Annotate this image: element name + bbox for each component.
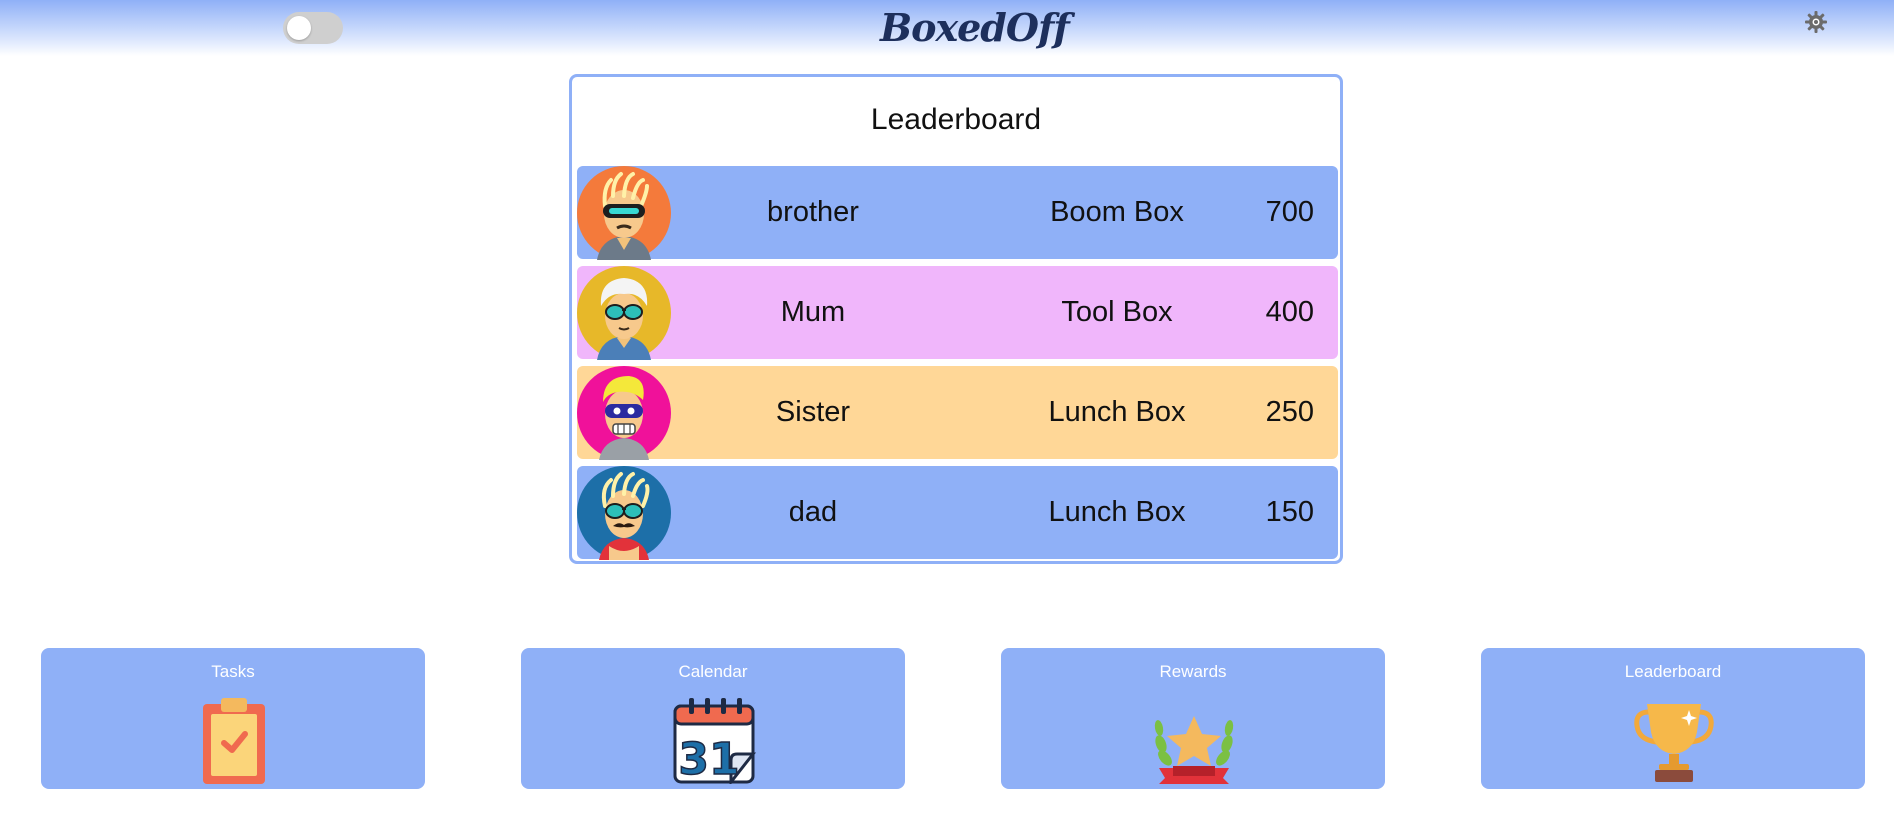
leaderboard-row: Sister Lunch Box 250: [577, 366, 1338, 460]
app-header: BoxedOff: [0, 0, 1894, 56]
player-box: Lunch Box: [1048, 396, 1186, 428]
star-laurel-icon: [1154, 716, 1234, 784]
nav-tile-label: Leaderboard: [1624, 662, 1722, 681]
player-box: Boom Box: [1050, 196, 1184, 228]
player-box: Tool Box: [1061, 296, 1173, 328]
player-points: 700: [1265, 196, 1314, 228]
leaderboard-title: Leaderboard: [870, 103, 1042, 136]
nav-tile-label: Tasks: [211, 662, 255, 681]
trophy-icon: [1634, 704, 1714, 782]
calendar-icon: 31: [673, 698, 757, 784]
leaderboard-row: Mum Tool Box 400: [577, 266, 1338, 360]
nav-tile-label: Rewards: [1159, 662, 1227, 681]
player-box: Lunch Box: [1048, 496, 1186, 528]
nav-tile-label: Calendar: [678, 662, 748, 681]
player-points: 400: [1265, 296, 1314, 328]
player-points: 150: [1265, 496, 1314, 528]
leaderboard-row: dad Lunch Box 150: [577, 466, 1338, 560]
player-name: dad: [788, 496, 838, 528]
app-logo: BoxedOff: [880, 5, 1070, 50]
leaderboard-row: brother Boom Box 700: [577, 166, 1338, 260]
headset-avatar-icon: [577, 166, 671, 260]
calendar-icon-text: 31: [678, 734, 739, 784]
player-points: 250: [1265, 396, 1314, 428]
nav-tile-calendar[interactable]: Calendar 31: [521, 648, 905, 789]
player-name: Sister: [775, 396, 851, 428]
nav-tile-rewards[interactable]: Rewards: [1001, 648, 1385, 789]
sunglasses-avatar-icon: [577, 266, 671, 360]
nav-tile-tasks[interactable]: Tasks: [41, 648, 425, 789]
player-name: Mum: [780, 296, 846, 328]
clipboard-check-icon: [203, 698, 265, 784]
nav-tile-leaderboard[interactable]: Leaderboard: [1481, 648, 1865, 789]
robot-mask-avatar-icon: [577, 366, 671, 460]
mustache-avatar-icon: [577, 466, 671, 560]
leaderboard-card: Leaderboard brother Boom Box 700 Mum Too…: [569, 74, 1343, 564]
toggle-knob: [287, 16, 311, 40]
theme-toggle[interactable]: [283, 12, 343, 44]
gear-icon[interactable]: [1804, 10, 1828, 34]
player-name: brother: [767, 196, 859, 228]
